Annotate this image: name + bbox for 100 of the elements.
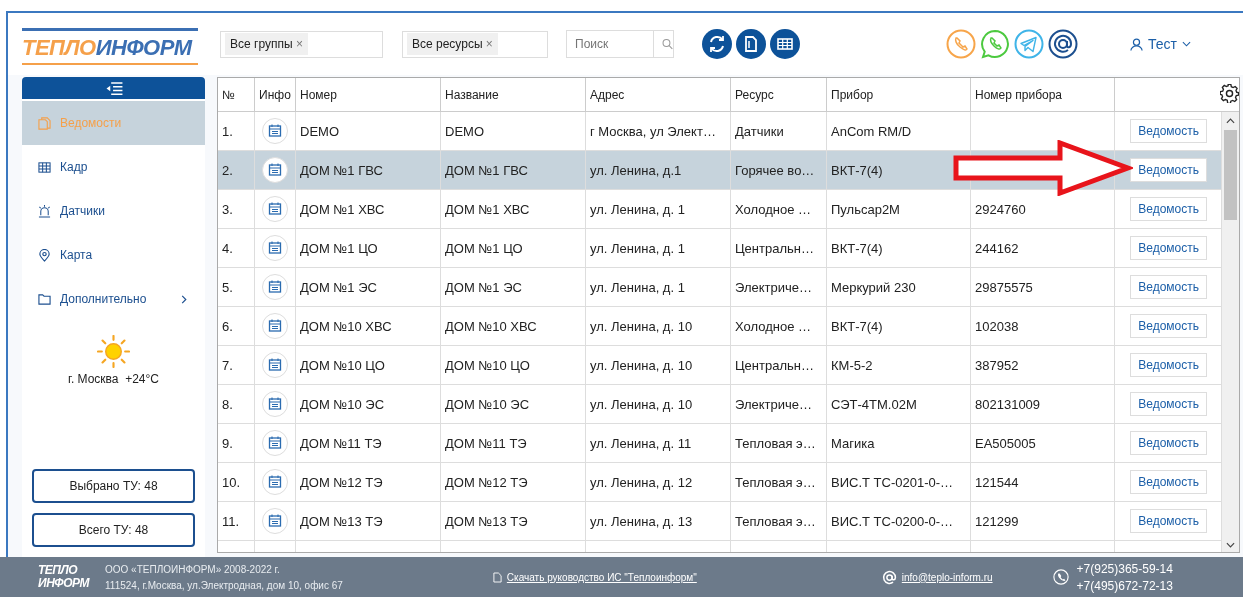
- table-cell: ВКТ-7(4): [831, 318, 883, 334]
- settings-icon[interactable]: [1220, 84, 1239, 103]
- report-button[interactable]: Ведомость: [1130, 158, 1207, 182]
- table-row[interactable]: 5. ДОМ №1 ЭС ДОМ №1 ЭС ул. Ленина, д. 1 Электриче… Меркурий 230 29875575 Ведомость: [218, 268, 1221, 307]
- table-cell: Холодное …: [735, 318, 811, 334]
- table-cell: ДОМ №10 ЭС: [300, 396, 385, 412]
- calendar-icon[interactable]: [262, 196, 288, 222]
- table-cell: ВКТ-7(4): [831, 162, 883, 178]
- table-cell: ДОМ №10 ХВС: [300, 318, 392, 334]
- report-button[interactable]: Ведомость: [1130, 119, 1207, 143]
- report-button[interactable]: Ведомость: [1130, 197, 1207, 221]
- location-pin-icon: [38, 248, 51, 262]
- calendar-icon[interactable]: [262, 430, 288, 456]
- refresh-icon[interactable]: [702, 29, 732, 59]
- table-cell: Центральн…: [735, 357, 814, 373]
- sidebar-item[interactable]: Датчики: [22, 189, 205, 233]
- report-button[interactable]: Ведомость: [1130, 236, 1207, 260]
- sidebar-item[interactable]: Кадр: [22, 145, 205, 189]
- table-row[interactable]: 6. ДОМ №10 ХВС ДОМ №10 ХВС ул. Ленина, д. 10 Холодное … ВКТ-7(4) 102038 Ведомость: [218, 307, 1221, 346]
- table-cell: ул. Ленина, д. 12: [590, 474, 693, 490]
- table-cell: ДОМ №10 ХВС: [445, 318, 537, 334]
- manual-download-link[interactable]: Скачать руководство ИС "Теплоинформ": [506, 571, 697, 583]
- sidebar-item[interactable]: Дополнительно: [22, 277, 205, 321]
- collapse-menu-icon[interactable]: [103, 80, 124, 96]
- collapse-bar[interactable]: [22, 77, 205, 99]
- counter-button[interactable]: Всего ТУ: 48: [32, 513, 195, 547]
- phone-number: +7(495)672-72-13: [1076, 578, 1173, 593]
- column-header: Ресурс: [731, 78, 827, 111]
- table-cell: ДОМ №1 ХВС: [300, 201, 385, 217]
- table-cell: ДОМ №12 ТЭ: [300, 474, 383, 490]
- table-cell: ДОМ №1 ЭС: [445, 279, 522, 295]
- email-link[interactable]: info@teplo-inform.ru: [901, 571, 993, 583]
- table-cell: Тепловая э…: [735, 474, 816, 490]
- report-button[interactable]: Ведомость: [1130, 431, 1207, 455]
- table-cell: 1.: [218, 112, 255, 150]
- calendar-icon[interactable]: [262, 274, 288, 300]
- table-cell: DEMO: [445, 123, 484, 139]
- column-header: Номер прибора: [971, 78, 1115, 111]
- calendar-icon[interactable]: [262, 313, 288, 339]
- table-row[interactable]: 9. ДОМ №11 ТЭ ДОМ №11 ТЭ ул. Ленина, д. 11 Тепловая э… Магика ЕА505005 Ведомость: [218, 424, 1221, 463]
- table-cell: 244162: [975, 240, 1019, 256]
- scrollbar[interactable]: [1221, 112, 1239, 552]
- table-cell: ВИС.Т ТС-0201-0-…: [831, 474, 954, 490]
- table-cell: ВИС.Т ТС-0200-0-…: [831, 513, 954, 529]
- table-row[interactable]: 3. ДОМ №1 ХВС ДОМ №1 ХВС ул. Ленина, д. 1 Холодное … Пульсар2М 2924760 Ведомость: [218, 190, 1221, 229]
- table-row[interactable]: 11. ДОМ №13 ТЭ ДОМ №13 ТЭ ул. Ленина, д. 13 Тепловая э… ВИС.Т ТС-0200-0-… 121299 Ведомость: [218, 502, 1221, 541]
- report-button[interactable]: Ведомость: [1130, 353, 1207, 377]
- table-cell: Пульсар2М: [831, 201, 900, 217]
- report-button[interactable]: Ведомость: [1130, 392, 1207, 416]
- table-cell: AnCom RM/D: [831, 123, 912, 139]
- calendar-icon[interactable]: [262, 508, 288, 534]
- table-icon[interactable]: [770, 29, 800, 59]
- table-cell: 3.: [218, 190, 255, 228]
- filter-select[interactable]: Все группы ×: [220, 30, 383, 58]
- company-logo: ТЕПЛОИНФОРМ: [22, 27, 198, 65]
- calendar-icon[interactable]: [262, 118, 288, 144]
- scroll-up-icon[interactable]: [1226, 118, 1235, 124]
- scroll-down-icon[interactable]: [1226, 542, 1235, 548]
- scrollbar-thumb[interactable]: [1224, 130, 1237, 220]
- report-button[interactable]: Ведомость: [1130, 509, 1207, 533]
- table-cell: ДОМ №1 ЦО: [445, 240, 523, 256]
- report-button[interactable]: Ведомость: [1130, 275, 1207, 299]
- report-button[interactable]: Ведомость: [1130, 470, 1207, 494]
- email-icon: [881, 569, 897, 585]
- table-cell: Электриче…: [735, 396, 812, 412]
- phone-icon: [1052, 569, 1069, 585]
- table-cell: КМ-5-2: [831, 357, 873, 373]
- table-cell: 6.: [218, 307, 255, 345]
- table-cell: DEMO: [300, 123, 339, 139]
- filter-select[interactable]: Все ресурсы ×: [402, 30, 548, 58]
- folder-icon: [38, 292, 51, 306]
- table-row[interactable]: 8. ДОМ №10 ЭС ДОМ №10 ЭС ул. Ленина, д. 10 Электриче… СЭТ-4ТМ.02М 802131009 Ведомость: [218, 385, 1221, 424]
- table-cell: ДОМ №10 ЭС: [445, 396, 530, 412]
- calendar-icon[interactable]: [262, 469, 288, 495]
- table-cell: 121544: [975, 474, 1019, 490]
- table-cell: ДОМ №12 ТЭ: [445, 474, 528, 490]
- table-row[interactable]: 4. ДОМ №1 ЦО ДОМ №1 ЦО ул. Ленина, д. 1 Центральн… ВКТ-7(4) 244162 Ведомость: [218, 229, 1221, 268]
- table-cell: 7.: [218, 346, 255, 384]
- table-cell: Тепловая э…: [735, 513, 816, 529]
- table-row[interactable]: 10. ДОМ №12 ТЭ ДОМ №12 ТЭ ул. Ленина, д. 12 Тепловая э… ВИС.Т ТС-0201-0-… 121544 Ведомость: [218, 463, 1221, 502]
- column-header: Номер: [296, 78, 441, 111]
- grid-icon: [38, 160, 51, 174]
- table-cell: Центральн…: [735, 240, 814, 256]
- email-icon[interactable]: [1048, 29, 1078, 59]
- search-field[interactable]: Поиск: [566, 30, 674, 58]
- search-icon[interactable]: [662, 37, 673, 51]
- document-icon[interactable]: [736, 29, 766, 59]
- calendar-icon[interactable]: [262, 352, 288, 378]
- sidebar-item[interactable]: Карта: [22, 233, 205, 277]
- user-menu[interactable]: Тест: [1130, 36, 1191, 52]
- table-row[interactable]: 7. ДОМ №10 ЦО ДОМ №10 ЦО ул. Ленина, д. 10 Центральн… КМ-5-2 387952 Ведомость: [218, 346, 1221, 385]
- table-cell: ДОМ №11 ТЭ: [445, 435, 527, 451]
- calendar-icon[interactable]: [262, 235, 288, 261]
- calendar-icon[interactable]: [262, 391, 288, 417]
- column-header: Прибор: [827, 78, 971, 111]
- table-cell: ул. Ленина, д. 10: [590, 318, 693, 334]
- counter-button[interactable]: Выбрано ТУ: 48: [32, 469, 195, 503]
- calendar-icon[interactable]: [262, 157, 288, 183]
- table-cell: 121299: [975, 513, 1019, 529]
- report-button[interactable]: Ведомость: [1130, 314, 1207, 338]
